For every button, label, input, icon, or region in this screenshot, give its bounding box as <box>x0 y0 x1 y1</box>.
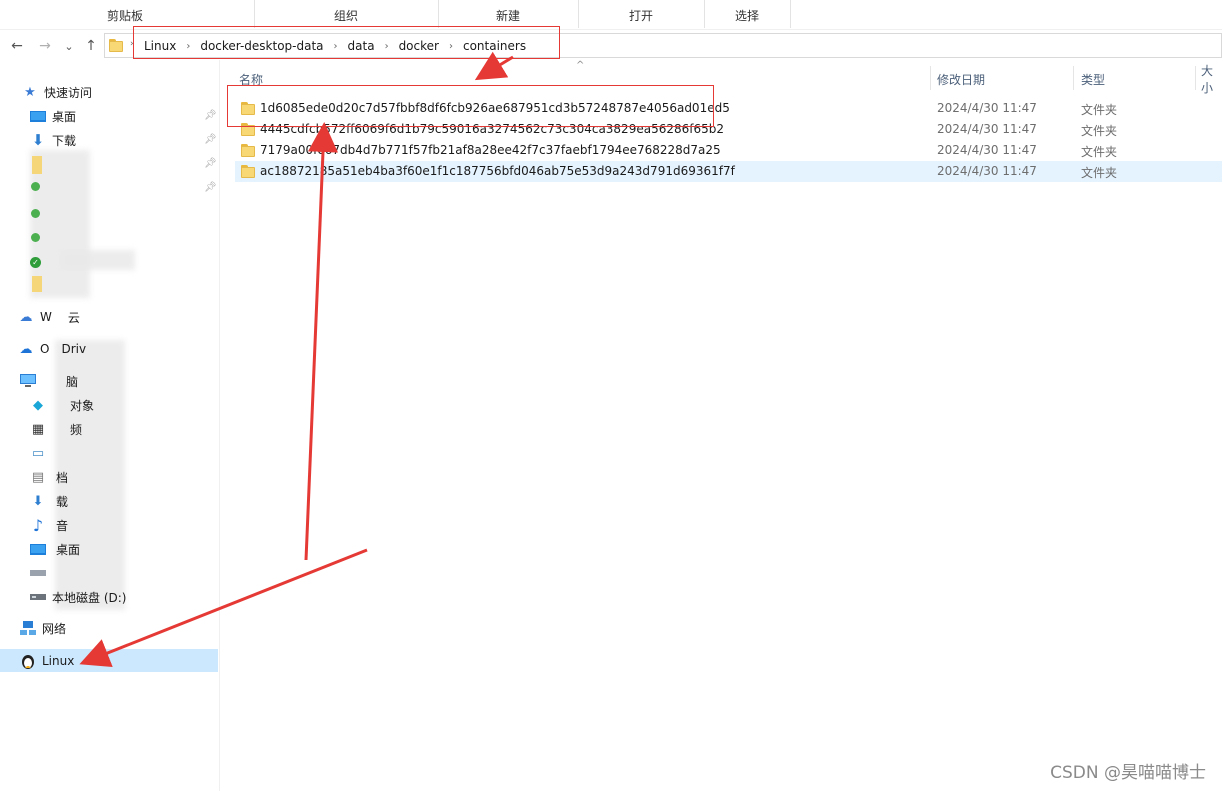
watermark: CSDN @昊喵喵博士 <box>1050 763 1206 783</box>
arrow-to-breadcrumb <box>474 51 514 81</box>
arrow-to-linux <box>79 548 368 668</box>
arrow-to-first-folder <box>304 122 338 561</box>
annotation-arrows <box>79 51 514 668</box>
